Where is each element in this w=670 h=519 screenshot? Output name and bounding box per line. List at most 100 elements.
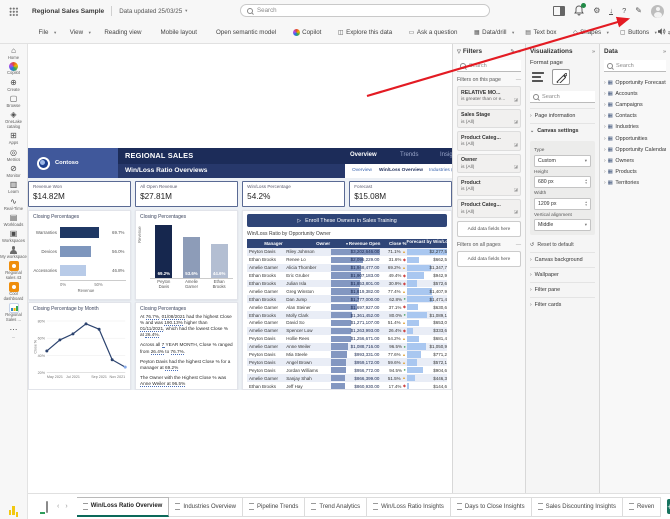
closing-percentage-by-month-line-chart[interactable]: Closing Percentage by Month 20% 40% 60% 80%…	[28, 302, 131, 390]
filters-search-input[interactable]: Search	[457, 60, 521, 72]
mobile-view-icon[interactable]	[46, 500, 48, 513]
data-search-input[interactable]: Search	[604, 60, 666, 72]
app-launcher-icon[interactable]	[9, 6, 18, 16]
table-row[interactable]: Amelie Garner Sanjay Shah $866,399.00 51…	[247, 374, 447, 383]
format-section[interactable]: › Canvas background	[530, 252, 595, 267]
toolbar-item[interactable]: ▢ Buttons ▾	[620, 29, 657, 36]
page-tab[interactable]: Win/Loss Ratio Overview	[76, 496, 170, 517]
data-table-item[interactable]: › ▦ Contacts	[604, 111, 666, 122]
rail-item[interactable]: My workspace	[0, 246, 28, 260]
help-icon[interactable]: ?	[622, 7, 626, 15]
rail-item[interactable]: ⊕ Create	[0, 78, 28, 93]
data-table-item[interactable]: › ▦ Campaigns	[604, 99, 666, 110]
table-row[interactable]: Ethan Brooks Renee Lo $2,096,229.00 31.6…	[247, 256, 447, 264]
data-table-item[interactable]: › ▦ Products	[604, 167, 666, 178]
toolbar-item[interactable]: ◫ Explore this data	[338, 29, 398, 36]
canvas-type-select[interactable]: Custom ▾	[534, 154, 591, 167]
nav-overview[interactable]: Overview	[350, 152, 377, 158]
rail-item[interactable]: ∿ Real-Time	[0, 197, 28, 212]
subnav-overview[interactable]: Overview	[352, 168, 372, 173]
toolbar-item[interactable]: Copilot	[292, 29, 327, 36]
rail-item[interactable]: ⌂ Home	[0, 46, 28, 61]
section-canvas-settings[interactable]: ⌄ Canvas settings	[530, 123, 595, 138]
format-search-input[interactable]: Search	[530, 91, 595, 103]
kpi-card[interactable]: Revenue Won $14.82M	[28, 181, 131, 207]
toolbar-item[interactable]: ◇ Shapes ▾	[573, 29, 609, 36]
nav-trends[interactable]: Trends	[400, 152, 418, 158]
table-header[interactable]: Manager Owner ▾ Revenue Open Close % Fore…	[247, 239, 447, 248]
table-row[interactable]: Ethan Brooks Dan Jump $1,777,000.00 62.8…	[247, 295, 447, 304]
section-page-information[interactable]: › Page information	[530, 108, 595, 123]
side-pane-toggle-icon[interactable]	[553, 6, 566, 16]
settings-gear-icon[interactable]: ⚙	[593, 7, 600, 15]
toolbar-item[interactable]: View ▾	[67, 29, 91, 36]
rail-item[interactable]: ⊞ Apps	[0, 131, 28, 146]
format-section[interactable]: › Filter pane	[530, 282, 595, 297]
table-row[interactable]: Ethan Brooks Julian Isla $1,853,801.00 3…	[247, 279, 447, 288]
rail-item[interactable]: ⋯ ...	[0, 325, 28, 340]
table-row[interactable]: Amelie Garner Alan Steiner $1,697,927.00…	[247, 303, 447, 311]
collapse-pane-icon[interactable]: »	[592, 49, 595, 55]
download-icon[interactable]: ↓	[609, 7, 614, 16]
data-table-item[interactable]: › ▦ Owners	[604, 155, 666, 166]
table-row[interactable]: Amelie Garner Greg Winston $1,819,382.00…	[247, 287, 447, 295]
clear-filter-icon[interactable]: ◪	[514, 209, 518, 215]
toolbar-item[interactable]: ▤ Text box	[525, 29, 562, 36]
filter-card[interactable]: Owner is (All) ◪	[457, 153, 521, 173]
smart-narrative-card[interactable]: Closing Percentages At 76.7%, 01/08/2021…	[135, 302, 238, 390]
hbar[interactable]	[60, 246, 92, 257]
rail-item[interactable]: Regional sales 43	[0, 261, 28, 281]
format-section[interactable]: › Filter cards	[530, 297, 595, 312]
table-row[interactable]: Amelie Garner Spencer Low $1,263,993.00 …	[247, 326, 447, 335]
data-table-item[interactable]: › ▦ Opportunities	[604, 133, 666, 144]
toolbar-item[interactable]: Open semantic model	[213, 29, 281, 36]
rail-item[interactable]: ▢ Browse	[0, 94, 28, 109]
data-table-item[interactable]: › ▦ Territories	[604, 178, 666, 189]
filter-card[interactable]: Product Categ... is (All) ◪	[457, 131, 521, 151]
rail-item[interactable]: Copilot	[0, 62, 28, 76]
filter-card[interactable]: Product is (All) ◪	[457, 176, 521, 196]
column[interactable]: 44.6%	[210, 222, 228, 278]
closing-percentages-column-chart[interactable]: Closing Percentages Revenue 69.2% 53.6% …	[135, 210, 238, 300]
canvas-width-input[interactable]: 1209 px ▴ ▾	[534, 197, 591, 210]
page-tab[interactable]: Reven	[622, 496, 662, 517]
kpi-card[interactable]: Forecast $15.08M	[349, 181, 452, 207]
toolbar-item[interactable]: File ▾	[36, 29, 57, 36]
clear-filter-icon[interactable]: ◪	[514, 119, 518, 125]
table-row[interactable]: Peyton Davis Riley Johnson $3,202,646.00…	[247, 248, 447, 256]
toolbar-item[interactable]: ▭ Ask a question	[409, 29, 463, 36]
rail-item[interactable]: ◈ OneLake catalog	[0, 110, 28, 130]
nav-insights[interactable]: Insights	[440, 152, 452, 158]
toolbar-item[interactable]: Mobile layout	[158, 29, 202, 36]
table-row[interactable]: Peyton Davis Jordan Williams $956,772.00…	[247, 366, 447, 374]
filter-card[interactable]: Sales Stage is (All) ◪	[457, 108, 521, 128]
global-search-input[interactable]: Search	[240, 4, 490, 17]
canvas-height-input[interactable]: 680 px ▴ ▾	[534, 176, 591, 188]
subnav-industries[interactable]: Industries (	[429, 168, 452, 173]
add-data-fields-dropzone[interactable]: Add data fields here	[457, 251, 521, 267]
data-table-item[interactable]: › ▦ Industries	[604, 122, 666, 133]
previous-page-icon[interactable]: ‹	[56, 503, 60, 510]
data-updated-label[interactable]: Data updated 25/03/25	[119, 8, 182, 15]
kpi-card[interactable]: Win/Loss Percentage 54.2%	[242, 181, 345, 207]
table-row[interactable]: Peyton Davis Angel Brown $959,172.00 59.…	[247, 358, 447, 367]
reset-to-default-button[interactable]: ↺ Reset to default	[530, 238, 595, 252]
table-row[interactable]: Amelie Garner David So $1,271,107.00 51.…	[247, 319, 447, 327]
collapse-pane-icon[interactable]: »	[518, 49, 521, 55]
feedback-icon[interactable]: ✎	[635, 7, 642, 15]
column[interactable]: 69.2%	[155, 222, 173, 278]
collapse-pane-icon[interactable]: »	[663, 49, 666, 55]
clear-filter-icon[interactable]: ◪	[514, 142, 518, 148]
table-row[interactable]: Amelie Garner Alicia Thornber $1,948,477…	[247, 263, 447, 272]
page-tab[interactable]: Win/Loss Ratio Insights	[367, 496, 451, 517]
clear-filter-icon[interactable]: ◪	[514, 187, 518, 193]
subnav-winloss-overview[interactable]: Win/Loss Overview	[379, 168, 423, 173]
read-aloud-icon[interactable]	[657, 27, 666, 38]
format-visual-icon[interactable]	[552, 69, 570, 85]
format-section[interactable]: › Wallpaper	[530, 267, 595, 282]
hbar[interactable]	[60, 227, 99, 238]
page-tab[interactable]: Sales Discounting Insights	[531, 496, 623, 517]
rail-item-power-bi[interactable]	[0, 504, 28, 515]
enroll-owners-button[interactable]: ▷ Enroll These Owners in Sales Training	[247, 214, 447, 227]
user-avatar[interactable]	[651, 4, 664, 18]
